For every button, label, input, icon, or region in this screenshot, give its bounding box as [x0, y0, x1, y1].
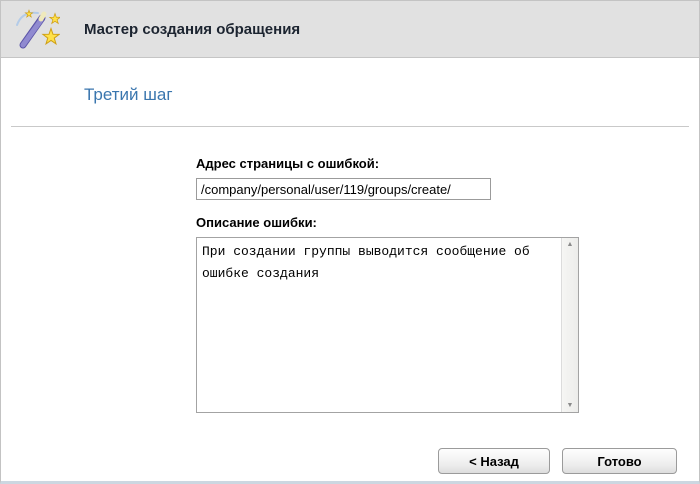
- description-label: Описание ошибки:: [196, 215, 579, 230]
- back-button[interactable]: < Назад: [438, 448, 550, 474]
- step-title: Третий шаг: [84, 85, 173, 105]
- divider: [11, 126, 689, 127]
- description-textarea-frame: При создании группы выводится сообщение …: [196, 237, 579, 413]
- error-report-form: Адрес страницы с ошибкой: Описание ошибк…: [196, 156, 579, 413]
- wizard-title: Мастер создания обращения: [84, 21, 300, 38]
- scroll-up-icon[interactable]: ▲: [567, 241, 574, 248]
- wizard-dialog: Мастер создания обращения Третий шаг Адр…: [0, 0, 700, 484]
- magic-wand-icon: [14, 8, 60, 50]
- description-textarea[interactable]: При создании группы выводится сообщение …: [197, 238, 561, 412]
- url-input[interactable]: [196, 178, 491, 200]
- textarea-scrollbar[interactable]: ▲ ▼: [561, 238, 578, 412]
- scroll-down-icon[interactable]: ▼: [567, 402, 574, 409]
- finish-button[interactable]: Готово: [562, 448, 677, 474]
- wizard-header: Мастер создания обращения: [1, 1, 699, 58]
- url-label: Адрес страницы с ошибкой:: [196, 156, 579, 171]
